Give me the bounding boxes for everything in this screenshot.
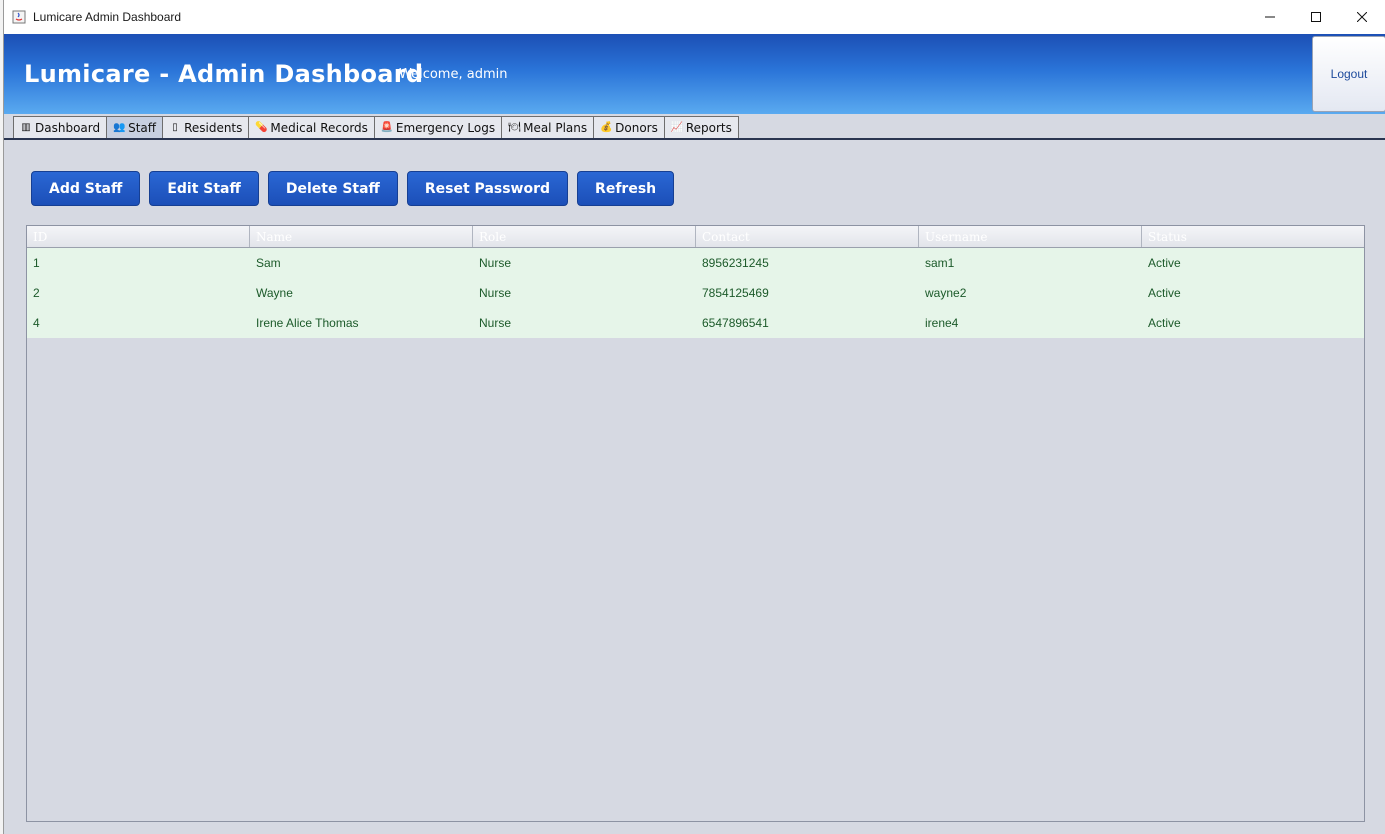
- welcome-text: Welcome, admin: [399, 67, 508, 82]
- cell-name: Sam: [256, 256, 281, 270]
- tab-label: Medical Records: [270, 120, 368, 135]
- column-header-status[interactable]: Status: [1142, 226, 1364, 247]
- cell-role: Nurse: [479, 286, 512, 300]
- staff-icon: 👥: [113, 122, 126, 133]
- cell-id: 4: [33, 316, 40, 330]
- tab-label: Meal Plans: [523, 120, 588, 135]
- edit-staff-button[interactable]: Edit Staff: [149, 171, 259, 206]
- tab-label: Emergency Logs: [395, 120, 496, 135]
- cell-role: Nurse: [479, 316, 512, 330]
- cell-name: Irene Alice Thomas: [256, 316, 359, 330]
- tab-meal-plans[interactable]: 🍽 Meal Plans: [501, 116, 595, 138]
- cell-id: 2: [33, 286, 40, 300]
- emergency-icon: 🚨: [380, 122, 394, 133]
- column-header-role[interactable]: Role: [473, 226, 696, 247]
- staff-table[interactable]: ID Name Role Contact Username Status 1 Sam Nurs…: [26, 225, 1365, 822]
- column-header-name[interactable]: Name: [250, 226, 473, 247]
- table-row[interactable]: 2 Wayne Nurse 7854125469 wayne2 Active: [27, 278, 1364, 308]
- column-header-id[interactable]: ID: [27, 226, 250, 247]
- reset-password-button[interactable]: Reset Password: [406, 171, 569, 206]
- cell-username: wayne2: [925, 286, 967, 300]
- donor-icon: 💰: [600, 122, 613, 133]
- minimize-button[interactable]: [1247, 0, 1293, 34]
- logout-button[interactable]: Logout: [1312, 36, 1385, 112]
- title-bar: Lumicare Admin Dashboard: [4, 0, 1385, 34]
- maximize-icon: [1311, 12, 1321, 22]
- tab-dashboard[interactable]: ▥ Dashboard: [13, 116, 108, 138]
- pill-icon: 💊: [255, 122, 268, 133]
- cell-status: Active: [1148, 316, 1181, 330]
- tab-label: Staff: [128, 120, 157, 135]
- tab-medical-records[interactable]: 💊 Medical Records: [248, 116, 375, 138]
- staff-toolbar: Add Staff Edit Staff Delete Staff Reset …: [31, 171, 675, 206]
- close-button[interactable]: [1339, 0, 1385, 34]
- reports-icon: 📈: [670, 122, 684, 133]
- delete-staff-button[interactable]: Delete Staff: [267, 171, 398, 206]
- staff-panel: Add Staff Edit Staff Delete Staff Reset …: [4, 140, 1385, 834]
- maximize-button[interactable]: [1293, 0, 1339, 34]
- app-window: Lumicare Admin Dashboard Lumicare - Admi…: [3, 0, 1385, 834]
- tab-label: Residents: [184, 120, 243, 135]
- meal-icon: 🍽: [508, 122, 521, 133]
- tab-label: Donors: [615, 120, 658, 135]
- column-header-username[interactable]: Username: [919, 226, 1142, 247]
- cell-name: Wayne: [256, 286, 293, 300]
- tab-label: Reports: [685, 120, 732, 135]
- tab-label: Dashboard: [35, 120, 101, 135]
- cell-status: Active: [1148, 286, 1181, 300]
- table-header: ID Name Role Contact Username Status: [27, 226, 1364, 248]
- table-body: 1 Sam Nurse 8956231245 sam1 Active 2 Wayne Nurse…: [27, 248, 1364, 338]
- close-icon: [1357, 12, 1367, 22]
- residents-icon: ▯: [172, 122, 178, 133]
- cell-username: sam1: [925, 256, 955, 270]
- add-staff-button[interactable]: Add Staff: [31, 171, 141, 206]
- cell-contact: 7854125469: [702, 286, 769, 300]
- java-app-icon: [11, 9, 27, 25]
- cell-id: 1: [33, 256, 40, 270]
- cell-contact: 8956231245: [702, 256, 769, 270]
- cell-username: irene4: [925, 316, 959, 330]
- cell-contact: 6547896541: [702, 316, 769, 330]
- header-banner: Lumicare - Admin Dashboard Welcome, admi…: [4, 34, 1385, 114]
- column-header-contact[interactable]: Contact: [696, 226, 919, 247]
- tab-staff[interactable]: 👥 Staff: [106, 116, 164, 138]
- table-row[interactable]: 1 Sam Nurse 8956231245 sam1 Active: [27, 248, 1364, 278]
- table-row[interactable]: 4 Irene Alice Thomas Nurse 6547896541 irene4…: [27, 308, 1364, 338]
- tab-donors[interactable]: 💰 Donors: [593, 116, 665, 138]
- tab-bar: ▥ Dashboard 👥 Staff ▯ Residents 💊 Medical Recor…: [4, 114, 1385, 140]
- page-title: Lumicare - Admin Dashboard: [24, 60, 424, 88]
- tab-residents[interactable]: ▯ Residents: [162, 116, 250, 138]
- cell-role: Nurse: [479, 256, 512, 270]
- dashboard-icon: ▥: [21, 122, 31, 133]
- cell-status: Active: [1148, 256, 1181, 270]
- refresh-button[interactable]: Refresh: [577, 171, 675, 206]
- tab-reports[interactable]: 📈 Reports: [663, 116, 739, 138]
- window-title: Lumicare Admin Dashboard: [33, 10, 182, 24]
- minimize-icon: [1265, 16, 1275, 18]
- tab-emergency-logs[interactable]: 🚨 Emergency Logs: [373, 116, 503, 138]
